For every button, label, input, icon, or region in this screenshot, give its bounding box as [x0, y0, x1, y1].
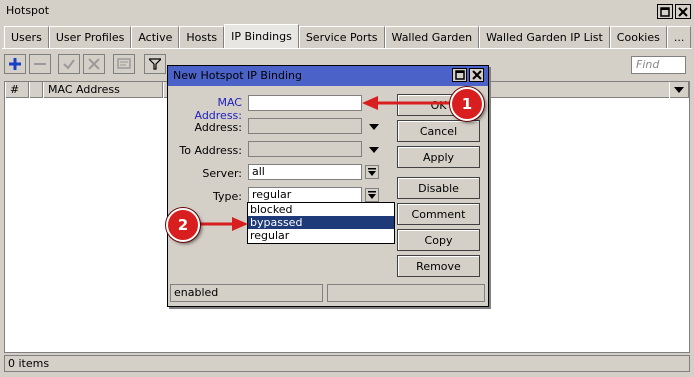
list-status: 0 items — [4, 355, 690, 372]
tab-more[interactable]: ... — [666, 26, 692, 48]
server-dropdown-button[interactable] — [365, 165, 379, 179]
add-button[interactable] — [4, 54, 26, 74]
type-option-blocked[interactable]: blocked — [248, 203, 394, 216]
dialog-statusbar: enabled — [170, 284, 485, 302]
add-icon — [9, 58, 21, 70]
dialog-title: New Hotspot IP Binding — [173, 69, 302, 82]
callout-badge-2: 2 — [166, 208, 200, 242]
dialog-status-text: enabled — [170, 284, 323, 302]
close-icon — [471, 70, 482, 80]
disable-button[interactable]: Disable — [397, 177, 480, 199]
dialog-maximize-button[interactable] — [452, 68, 467, 82]
address-label: Address: — [194, 121, 242, 134]
server-label: Server: — [202, 167, 242, 180]
apply-button[interactable]: Apply — [397, 146, 480, 168]
disable-button[interactable] — [83, 54, 105, 74]
type-dropdown-list: blocked bypassed regular — [247, 202, 395, 244]
window-titlebar — [0, 0, 694, 22]
comment-button[interactable] — [113, 54, 135, 74]
find-input[interactable]: Find — [631, 56, 686, 74]
copy-button[interactable]: Copy — [397, 229, 480, 251]
maximize-button[interactable] — [657, 4, 673, 19]
dropdown-icon — [368, 191, 376, 199]
type-label: Type: — [213, 190, 242, 203]
remove-button[interactable] — [29, 54, 51, 74]
column-number[interactable]: # — [5, 82, 29, 98]
close-button[interactable] — [675, 4, 691, 19]
tab-ip-bindings[interactable]: IP Bindings — [224, 24, 299, 48]
type-option-bypassed[interactable]: bypassed — [248, 216, 394, 229]
remove-icon — [34, 63, 46, 65]
address-expand-icon[interactable] — [369, 124, 379, 130]
window-title: Hotspot — [6, 4, 50, 17]
maximize-icon — [454, 70, 465, 80]
filter-button[interactable] — [144, 54, 166, 74]
column-flags[interactable] — [29, 82, 43, 98]
type-dropdown-button[interactable] — [365, 188, 379, 202]
enable-icon — [63, 59, 75, 70]
tab-divider — [2, 48, 692, 49]
to-address-label: To Address: — [179, 144, 242, 157]
enable-button[interactable] — [58, 54, 80, 74]
maximize-icon — [660, 6, 670, 17]
disable-icon — [88, 58, 100, 70]
type-select[interactable]: regular — [248, 187, 362, 203]
callout-badge-1: 1 — [450, 87, 484, 121]
tab-walled-garden-ip-list[interactable]: Walled Garden IP List — [479, 26, 610, 48]
column-mac-address[interactable]: MAC Address — [43, 82, 163, 98]
to-address-field[interactable] — [248, 141, 362, 157]
tab-hosts[interactable]: Hosts — [179, 26, 225, 48]
tab-active[interactable]: Active — [131, 26, 180, 48]
dropdown-icon — [368, 168, 376, 176]
mac-address-label: MAC Address: — [194, 96, 242, 122]
mac-address-field[interactable] — [248, 95, 362, 111]
tab-walled-garden[interactable]: Walled Garden — [384, 26, 480, 48]
dialog-status-empty — [327, 284, 485, 302]
new-ip-binding-dialog: New Hotspot IP Binding MAC Address: Addr… — [167, 65, 489, 307]
close-icon — [678, 6, 688, 17]
to-address-expand-icon[interactable] — [369, 147, 379, 153]
chevron-down-icon — [674, 87, 684, 93]
column-chooser[interactable] — [669, 82, 689, 98]
tab-user-profiles[interactable]: User Profiles — [48, 26, 132, 48]
dialog-close-button[interactable] — [469, 68, 484, 82]
address-field[interactable] — [248, 118, 362, 134]
tab-users[interactable]: Users — [4, 26, 49, 48]
tab-cookies[interactable]: Cookies — [609, 26, 667, 48]
remove-button[interactable]: Remove — [397, 255, 480, 277]
type-option-regular[interactable]: regular — [248, 229, 394, 242]
cancel-button[interactable]: Cancel — [397, 120, 480, 142]
filter-icon — [149, 58, 161, 70]
comment-icon — [117, 58, 131, 69]
tab-bar: Users User Profiles Active Hosts IP Bind… — [4, 24, 692, 48]
tab-service-ports[interactable]: Service Ports — [298, 26, 385, 48]
comment-button[interactable]: Comment — [397, 203, 480, 225]
server-select[interactable]: all — [248, 164, 362, 180]
